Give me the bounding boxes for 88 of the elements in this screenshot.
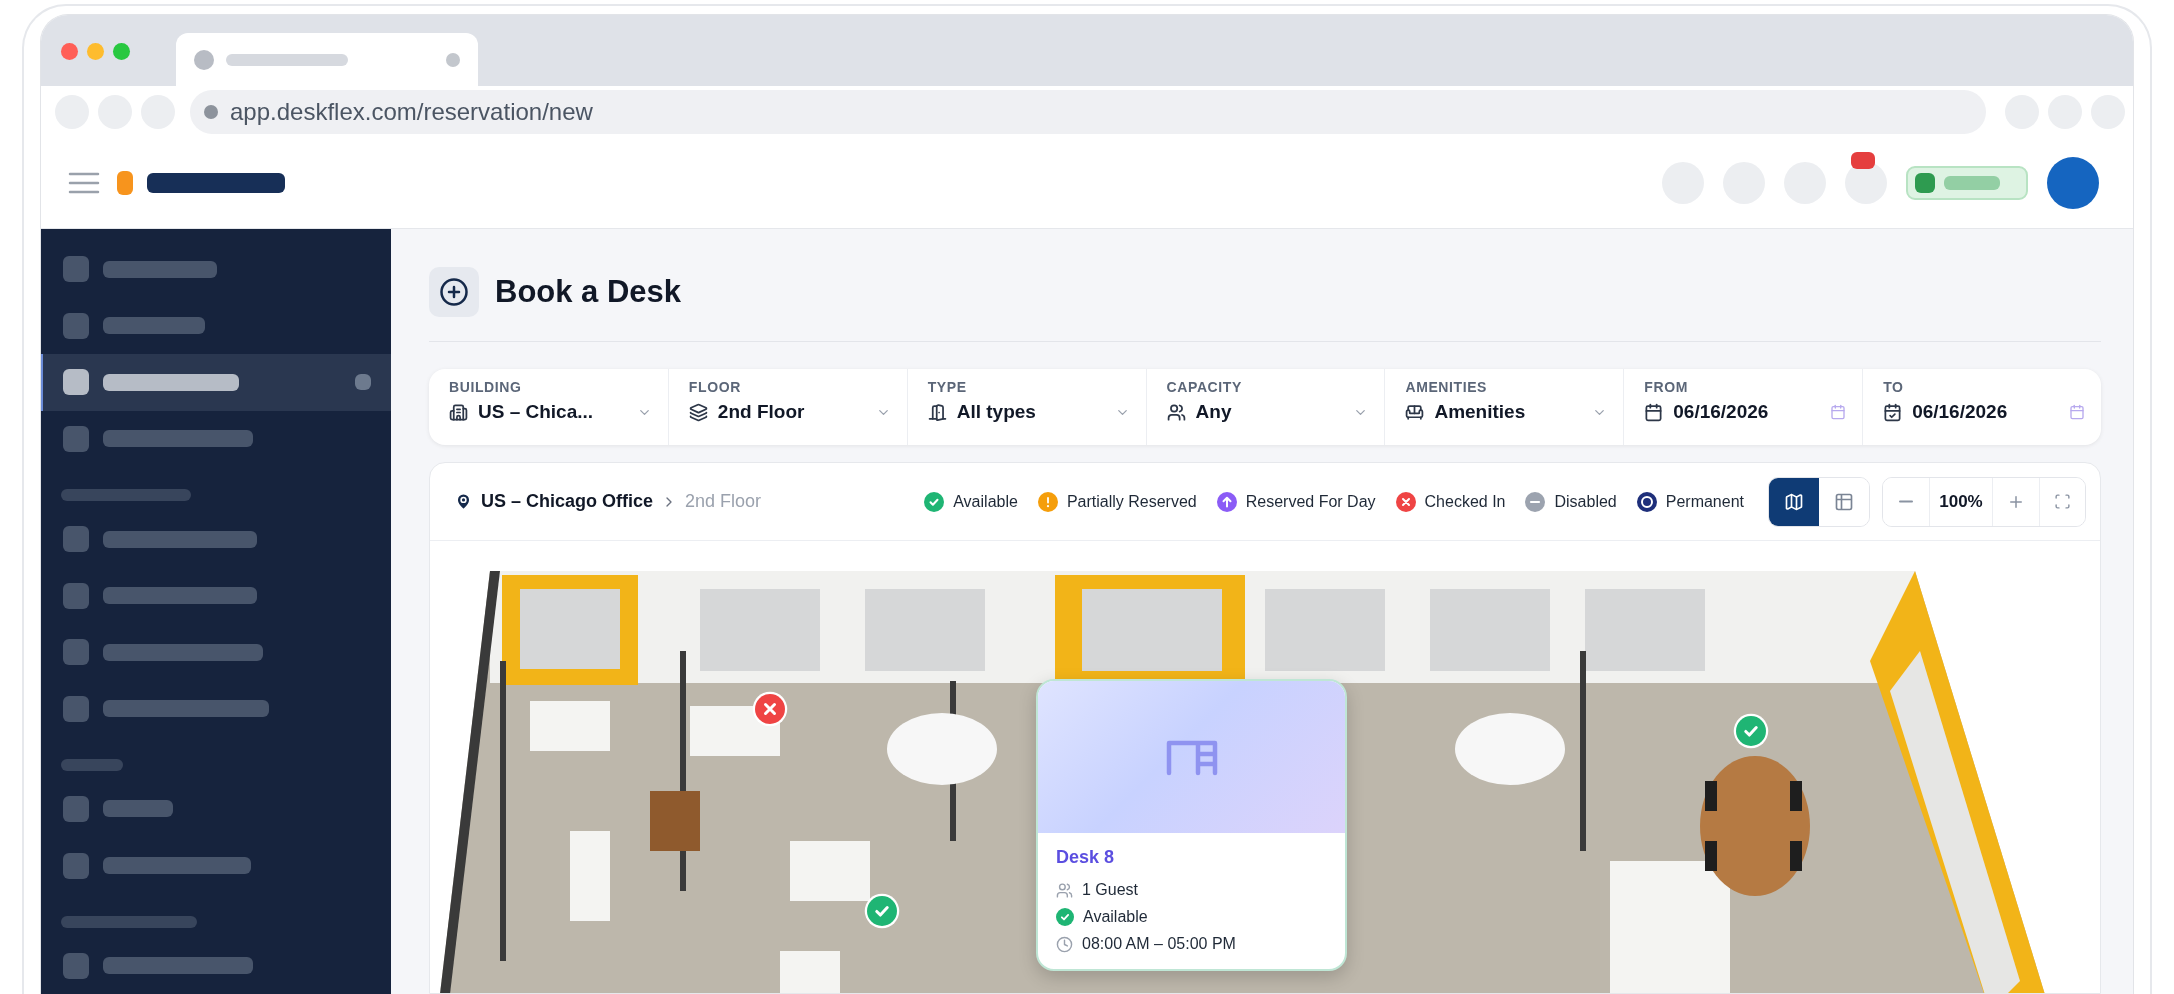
site-info-icon [204,105,218,119]
calendar-icon [1883,402,1903,422]
notification-button[interactable] [1845,162,1887,204]
date-field[interactable]: FROM 06/16/2026 [1623,369,1863,445]
skeleton-icon [63,582,89,609]
skeleton-bar [103,800,173,818]
page-title: Book a Desk [495,274,682,310]
field-label: CAPACITY [1166,379,1243,395]
skeleton-icon [355,374,371,391]
guests-icon [1056,881,1073,899]
desk-title: Desk 8 [1056,847,1116,868]
field-value: 2nd Floor [717,401,806,423]
legend-label: Partially Reserved [1066,492,1197,511]
browser-tab[interactable] [176,33,478,86]
field-value: Any [1195,401,1233,423]
layers-icon [688,402,708,422]
skeleton-icon [63,312,89,339]
skeleton-icon [63,526,89,553]
menu-icon[interactable] [67,171,101,195]
field-label: BUILDING [449,379,523,395]
clock-icon [1056,935,1073,953]
skeleton-icon [63,256,89,283]
fit-view-button[interactable] [2039,477,2085,526]
maximize-window-dot[interactable] [113,43,130,60]
address-bar[interactable]: app.deskflex.com/reservation/new [190,90,1986,134]
minimize-window-dot[interactable] [87,43,104,60]
tab-close-icon[interactable] [446,52,460,67]
door-icon [927,402,947,422]
field-label: TYPE [927,379,968,395]
skeleton-bar [61,758,123,771]
desk-marker[interactable] [1733,713,1769,749]
table-icon [1834,491,1854,512]
legend-label: Reserved For Day [1245,492,1376,511]
map-icon [1784,491,1804,512]
minus-icon [1899,500,1913,503]
skeleton-icon [63,369,89,396]
avatar[interactable] [2047,157,2099,209]
skeleton-icon [63,425,89,452]
desk-icon [1165,738,1218,776]
field-value: 06/16/2026 [1673,401,1770,423]
date-field[interactable]: TO 06/16/2026 [1862,369,2101,445]
add-icon [429,267,479,317]
skeleton-icon [1915,173,1935,193]
filter-dropdown[interactable]: BUILDING US – Chica... [429,369,668,445]
field-value: All types [956,401,1037,423]
map-view-button[interactable] [1769,477,1819,526]
field-label: AMENITIES [1405,379,1489,395]
skeleton-icon [63,639,89,666]
field-label: FLOOR [688,379,742,395]
skeleton-icon [63,695,89,722]
desk-marker[interactable] [752,691,788,727]
users-icon [1166,402,1186,422]
desk-marker[interactable] [864,893,900,929]
legend-label: Disabled [1554,492,1617,511]
breadcrumb-current: 2nd Floor [685,491,762,512]
tab-favicon [194,49,214,70]
skeleton-icon [63,852,89,879]
field-label: FROM [1644,379,1689,395]
sofa-icon [1405,402,1425,422]
calendar-icon [1644,402,1664,422]
calendar-icon [1830,404,1847,420]
legend-label: Checked In [1424,492,1506,511]
skeleton-icon [63,952,89,979]
close-window-dot[interactable] [61,43,78,60]
legend-label: Available [953,492,1018,511]
filter-dropdown[interactable]: CAPACITY Any [1145,369,1385,445]
building-icon [449,402,468,422]
status-pill[interactable] [1906,166,2028,200]
filter-dropdown[interactable]: FLOOR 2nd Floor [667,369,907,445]
field-value: US – Chica... [478,401,595,423]
skeleton-bar [1944,176,2000,190]
guest-count: 1 Guest [1082,881,1139,899]
filter-dropdown[interactable]: TYPE All types [906,369,1146,445]
desk-status: Available [1083,908,1148,926]
field-label: TO [1883,379,1905,395]
calendar-icon [2069,404,2085,420]
sidebar-item[interactable] [41,354,391,411]
filter-dropdown[interactable]: AMENITIES Amenities [1384,369,1624,445]
time-range: 08:00 AM – 05:00 PM [1082,935,1236,953]
logo-mark [117,171,133,195]
skeleton-icon [63,796,89,822]
breadcrumb-link[interactable]: US – Chicago Office [481,491,654,512]
field-value: Amenities [1434,401,1527,423]
available-icon [1056,908,1074,926]
field-value: 06/16/2026 [1912,401,2009,423]
notification-badge [1851,152,1875,169]
scan-icon [2054,493,2071,510]
legend-label: Permanent [1665,492,1744,511]
